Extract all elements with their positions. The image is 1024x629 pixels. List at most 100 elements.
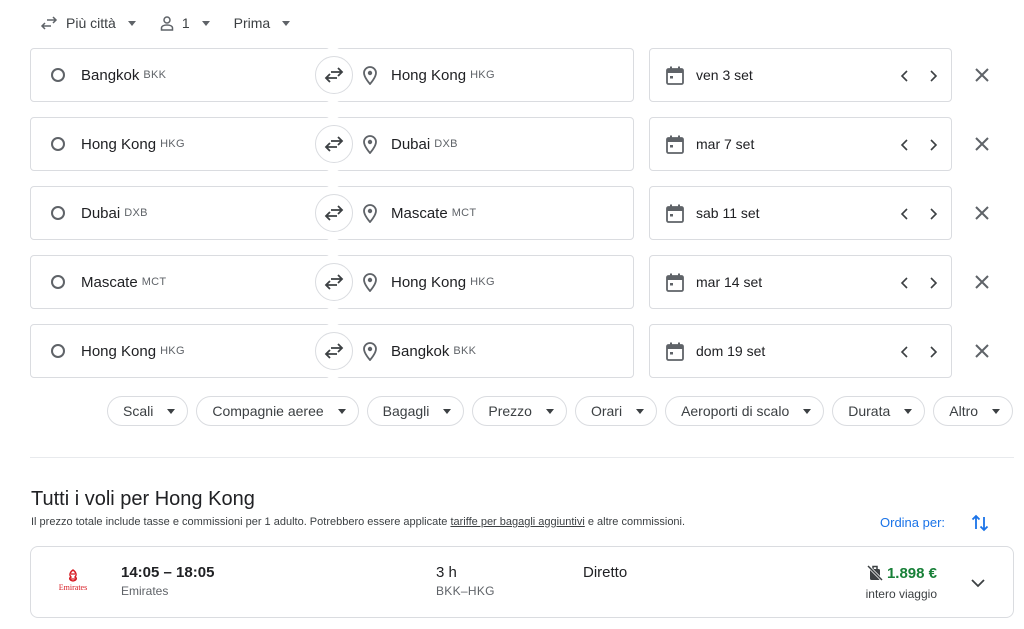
results-subtitle: Il prezzo totale include tasse e commiss…: [31, 516, 685, 528]
date-field[interactable]: mar 14 set: [649, 255, 952, 309]
chevron-right-icon[interactable]: [925, 206, 941, 222]
calendar-icon: [666, 135, 684, 154]
chevron-left-icon[interactable]: [897, 68, 913, 84]
divider: [30, 457, 1014, 458]
swap-button[interactable]: [315, 125, 353, 163]
swap-button[interactable]: [315, 332, 353, 370]
swap-button[interactable]: [315, 194, 353, 232]
cabin-class-select[interactable]: Prima: [234, 15, 291, 31]
pin-icon: [363, 341, 377, 361]
origin-code: BKK: [143, 69, 167, 81]
date-value: dom 19 set: [696, 343, 766, 359]
close-icon[interactable]: [972, 272, 992, 292]
origin-ring-icon: [51, 137, 65, 151]
sort-button[interactable]: Ordina per:: [880, 515, 945, 530]
close-icon[interactable]: [972, 341, 992, 361]
origin-ring-icon: [51, 344, 65, 358]
passengers-select[interactable]: 1: [160, 15, 210, 31]
trip-type-select[interactable]: Più città: [40, 15, 136, 31]
date-value: sab 11 set: [696, 205, 760, 221]
sort-icon[interactable]: [970, 513, 990, 533]
filter-stops[interactable]: Scali: [107, 396, 189, 426]
destination-city: Hong Kong: [391, 273, 467, 291]
filter-label: Durata: [848, 403, 891, 419]
swap-arrows-icon: [40, 16, 58, 30]
filter-label: Orari: [590, 403, 623, 419]
price-block: 1.898 €: [866, 564, 937, 582]
filter-more[interactable]: Altro: [933, 396, 1014, 426]
date-field[interactable]: sab 11 set: [649, 186, 952, 240]
date-field[interactable]: ven 3 set: [649, 48, 952, 102]
destination-city: Bangkok: [391, 342, 450, 360]
origin-field[interactable]: Dubai DXB: [30, 186, 330, 240]
cabin-class-label: Prima: [233, 15, 271, 31]
caret-down-icon: [443, 408, 452, 414]
destination-field[interactable]: Hong Kong HKG: [336, 255, 634, 309]
date-value: ven 3 set: [696, 67, 753, 83]
swap-button[interactable]: [315, 263, 353, 301]
flight-price: 1.898 €: [886, 564, 937, 582]
flight-route: BKK–HKG: [436, 584, 495, 598]
chevron-right-icon[interactable]: [925, 275, 941, 291]
close-icon[interactable]: [972, 65, 992, 85]
destination-city: Dubai: [391, 135, 431, 153]
flight-result-card[interactable]: Emirates 14:05 – 18:05 Emirates 3 h BKK–…: [30, 546, 1014, 618]
caret-down-icon: [282, 20, 291, 26]
swap-button[interactable]: [315, 56, 353, 94]
chevron-left-icon[interactable]: [897, 275, 913, 291]
origin-field[interactable]: Hong Kong HKG: [30, 117, 330, 171]
caret-down-icon: [201, 20, 210, 26]
caret-down-icon: [904, 408, 913, 414]
origin-field[interactable]: Bangkok BKK: [30, 48, 330, 102]
date-value: mar 14 set: [696, 274, 763, 290]
destination-field[interactable]: Dubai DXB: [336, 117, 634, 171]
airline-logo: Emirates: [53, 569, 93, 595]
filter-connecting-airports[interactable]: Aeroporti di scalo: [665, 396, 825, 426]
origin-field[interactable]: Hong Kong HKG: [30, 324, 330, 378]
chevron-left-icon[interactable]: [897, 137, 913, 153]
destination-city: Mascate: [391, 204, 448, 222]
flight-duration: 3 h: [436, 564, 457, 581]
origin-city: Hong Kong: [81, 135, 157, 153]
flight-leg: Mascate MCT Hong Kong HKG mar 14 set: [30, 255, 1014, 309]
chevron-down-icon[interactable]: [969, 574, 987, 592]
caret-down-icon: [803, 408, 812, 414]
caret-down-icon: [337, 408, 346, 414]
chevron-right-icon[interactable]: [925, 137, 941, 153]
chevron-left-icon[interactable]: [897, 206, 913, 222]
trip-options-bar: Più città 1 Prima: [40, 10, 314, 36]
filter-airlines[interactable]: Compagnie aeree: [196, 396, 359, 426]
calendar-icon: [666, 66, 684, 85]
calendar-icon: [666, 204, 684, 223]
close-icon[interactable]: [972, 134, 992, 154]
filter-times[interactable]: Orari: [574, 396, 658, 426]
swap-icon: [324, 205, 344, 221]
swap-icon: [324, 67, 344, 83]
filter-label: Bagagli: [382, 403, 430, 419]
pin-icon: [363, 134, 377, 154]
destination-code: DXB: [434, 138, 458, 150]
close-icon[interactable]: [972, 203, 992, 223]
emirates-logo-icon: [69, 569, 77, 582]
destination-field[interactable]: Bangkok BKK: [336, 324, 634, 378]
flight-stops: Diretto: [583, 564, 628, 581]
chevron-right-icon[interactable]: [925, 68, 941, 84]
origin-code: HKG: [160, 138, 185, 150]
person-icon: [160, 16, 174, 31]
bag-fees-link[interactable]: tariffe per bagagli aggiuntivi: [450, 516, 584, 528]
origin-code: MCT: [141, 276, 167, 288]
chevron-right-icon[interactable]: [925, 344, 941, 360]
date-field[interactable]: dom 19 set: [649, 324, 952, 378]
filter-duration[interactable]: Durata: [832, 396, 926, 426]
calendar-icon: [666, 273, 684, 292]
filter-price[interactable]: Prezzo: [472, 396, 567, 426]
date-field[interactable]: mar 7 set: [649, 117, 952, 171]
filter-bags[interactable]: Bagagli: [366, 396, 465, 426]
flight-leg: Bangkok BKK Hong Kong HKG ven 3 set: [30, 48, 1014, 102]
filter-label: Scali: [123, 403, 154, 419]
origin-field[interactable]: Mascate MCT: [30, 255, 330, 309]
chevron-left-icon[interactable]: [897, 344, 913, 360]
destination-city: Hong Kong: [391, 66, 467, 84]
destination-field[interactable]: Hong Kong HKG: [336, 48, 634, 102]
destination-field[interactable]: Mascate MCT: [336, 186, 634, 240]
